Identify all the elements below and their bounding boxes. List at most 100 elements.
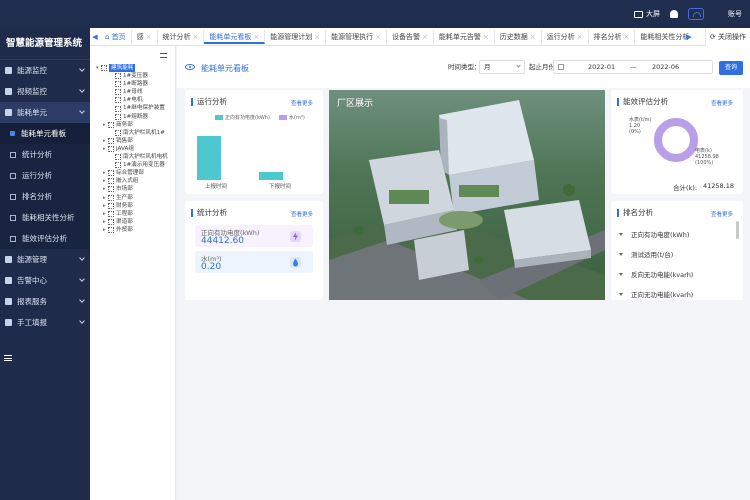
user-name[interactable]: 账号 xyxy=(728,9,742,19)
tab-1[interactable]: 统计分析 × xyxy=(158,29,205,44)
gear-icon xyxy=(5,109,12,116)
submenu-item-1[interactable]: 统计分析 xyxy=(0,144,90,165)
x-label-0: 上报时间 xyxy=(205,184,228,190)
submenu-label: 能耗单元看板 xyxy=(21,129,66,138)
tree-node-icon xyxy=(115,73,121,80)
tree-item-label: 市场部 xyxy=(116,186,133,193)
sidebar-item-lower-0[interactable]: 能源管理 xyxy=(0,249,90,270)
tree-node-icon xyxy=(115,162,121,169)
sidebar-item-0[interactable]: 能源监控 xyxy=(0,60,90,81)
statistics-more-link[interactable]: 查看更多 xyxy=(291,210,313,218)
tree-item[interactable]: ▸ 渠道部 xyxy=(96,218,168,226)
close-icon[interactable]: × xyxy=(314,33,320,41)
running-more-link[interactable]: 查看更多 xyxy=(291,99,313,107)
sidebar-item-lower-2[interactable]: 报表服务 xyxy=(0,291,90,312)
tree-node-icon xyxy=(115,105,121,112)
sidebar-collapse-icon[interactable] xyxy=(4,355,12,361)
tree-node-icon xyxy=(115,154,121,161)
tree-item[interactable]: ▸ JAVA组 xyxy=(96,145,168,153)
bell-icon[interactable] xyxy=(670,10,678,18)
tree-item[interactable]: 南大护栏风机电机 xyxy=(96,153,168,161)
submenu-item-5[interactable]: 能效评估分析 xyxy=(0,228,90,249)
close-icon[interactable]: × xyxy=(530,33,536,41)
tree-item-label: 生产部 xyxy=(116,194,133,201)
tree-item-label: 南大护栏风机电机 xyxy=(123,154,168,161)
ranking-item[interactable]: 测试适用(t/台) xyxy=(619,249,673,259)
sidebar-item-lower-3[interactable]: 手工填报 xyxy=(0,312,90,333)
sidebar-item-1[interactable]: 视频监控 xyxy=(0,81,90,102)
range-start: 2022-01 xyxy=(588,63,616,71)
submenu-item-0[interactable]: 能耗单元看板 xyxy=(0,123,90,144)
ranking-more-link[interactable]: 查看更多 xyxy=(711,210,733,218)
submenu-label: 统计分析 xyxy=(22,150,52,159)
tab-6[interactable]: 能耗单元告警 × xyxy=(434,29,495,44)
efficiency-more-link[interactable]: 查看更多 xyxy=(711,99,733,107)
chevron-down-icon xyxy=(79,108,85,114)
tree-item[interactable]: 1#演示用变压器 xyxy=(96,161,168,169)
caret-down-icon xyxy=(619,292,623,296)
query-button[interactable]: 查询 xyxy=(719,61,743,75)
tab-2[interactable]: 能耗单元看板 × xyxy=(204,29,266,44)
time-type-select[interactable]: 月 xyxy=(479,60,525,74)
eye-icon xyxy=(185,64,195,70)
tab-home[interactable]: ⌂ 首页 xyxy=(100,29,132,44)
tree-item-label: 综合管理部 xyxy=(116,170,144,177)
close-icon[interactable]: × xyxy=(146,33,152,41)
close-icon[interactable]: × xyxy=(253,33,259,41)
close-icon[interactable]: × xyxy=(483,33,489,41)
close-icon[interactable]: × xyxy=(193,33,199,41)
close-operations-button[interactable]: ⟳ 关闭操作 xyxy=(704,28,750,46)
ranking-item[interactable]: 正向有功电度(kWh) xyxy=(619,229,689,239)
tab-label: 能源管理计划 xyxy=(270,32,313,41)
tree-item[interactable]: 南大护栏风机1# xyxy=(96,129,168,137)
tree-item[interactable]: ▸ 财务部 xyxy=(96,202,168,210)
sidebar-item-lower-1[interactable]: 告警中心 xyxy=(0,270,90,291)
efficiency-title: 能效评估分析 xyxy=(617,98,668,106)
ranking-item-label: 正向有功电度(kWh) xyxy=(631,231,690,239)
submenu-item-3[interactable]: 排名分析 xyxy=(0,186,90,207)
tree-item[interactable]: ▸ 外贸部 xyxy=(96,226,168,234)
running-analysis-title: 运行分析 xyxy=(191,98,227,106)
close-icon[interactable]: × xyxy=(422,33,428,41)
tree-item[interactable]: ▸ 商务部 xyxy=(96,121,168,129)
tab-4[interactable]: 能源管理执行 × xyxy=(326,29,388,44)
tab-7[interactable]: 历史数据 × xyxy=(495,29,542,44)
tree-item[interactable]: 1#断路器 xyxy=(96,80,168,88)
calendar-icon xyxy=(558,64,564,70)
close-icon[interactable]: × xyxy=(375,33,381,41)
tree-item[interactable]: ▸ 销售部 xyxy=(96,137,168,145)
submenu-item-4[interactable]: 能耗相关性分析 xyxy=(0,207,90,228)
big-screen-button[interactable]: 大屏 xyxy=(634,9,660,19)
tree-item[interactable]: ▸ 生产部 xyxy=(96,194,168,202)
tree-item[interactable]: 1#继电保护装置 xyxy=(96,104,168,112)
tab-3[interactable]: 能源管理计划 × xyxy=(265,29,327,44)
network-icon[interactable] xyxy=(688,8,704,20)
tree-root[interactable]: ▾ 建筑能耗 xyxy=(96,64,168,73)
tab-5[interactable]: 设备告警 × xyxy=(387,29,434,44)
tab-9[interactable]: 排名分析 × xyxy=(589,29,636,44)
tab-scroll-left-icon[interactable]: ◀ xyxy=(90,28,100,46)
tab-8[interactable]: 运行分析 × xyxy=(542,29,589,44)
tree-item[interactable]: ▸ 工程部 xyxy=(96,210,168,218)
tab-scroll-right-icon[interactable]: ▶ xyxy=(684,28,694,46)
time-type-label: 时间类型： xyxy=(448,63,481,71)
tree-item[interactable]: 1#母线 xyxy=(96,88,168,96)
tree-menu-icon[interactable] xyxy=(160,53,167,58)
date-range-picker[interactable]: 2022-01 — 2022-06 xyxy=(553,60,713,74)
tree-item[interactable]: ▸ 综合管理部 xyxy=(96,169,168,177)
tree-item[interactable]: 1#熔断器 xyxy=(96,113,168,121)
tree-item[interactable]: ▸ 市场部 xyxy=(96,185,168,193)
tree-item[interactable]: 1#变压器 xyxy=(96,72,168,80)
caret-down-icon xyxy=(619,272,623,276)
sidebar-item-2[interactable]: 能耗单元 xyxy=(0,102,90,123)
tree-item[interactable]: 1#电机 xyxy=(96,96,168,104)
ranking-scrollbar[interactable] xyxy=(736,221,739,239)
close-icon[interactable]: × xyxy=(577,33,583,41)
close-icon[interactable]: × xyxy=(624,33,630,41)
submenu-item-2[interactable]: 运行分析 xyxy=(0,165,90,186)
tree-item[interactable]: ▸ 嵌入式组 xyxy=(96,177,168,185)
ranking-item[interactable]: 正向无功电能(kvarh) xyxy=(619,289,693,299)
ranking-item[interactable]: 反向无功电能(kvarh) xyxy=(619,269,693,279)
tab-0[interactable]: 感 × xyxy=(132,29,158,44)
tree-item-label: 1#继电保护装置 xyxy=(123,105,165,112)
